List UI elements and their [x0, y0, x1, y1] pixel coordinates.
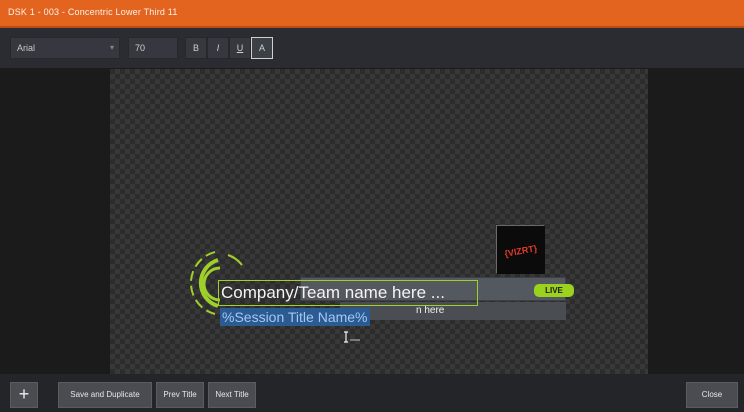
vizrt-logo-graphic: {VIZRT}: [497, 226, 545, 274]
save-and-duplicate-button[interactable]: Save and Duplicate: [58, 382, 152, 408]
font-size-field[interactable]: 70: [128, 37, 178, 59]
window-titlebar: DSK 1 - 003 - Concentric Lower Third 11: [0, 0, 744, 28]
session-title-text-field[interactable]: %Session Title Name%: [220, 308, 370, 326]
company-name-text-field[interactable]: Company/Team name here ...: [218, 280, 478, 306]
text-format-toolbar: Arial ▾ 70 B I U A: [0, 28, 744, 69]
left-margin-panel: [0, 69, 110, 374]
all-caps-button[interactable]: A: [251, 37, 273, 59]
window-title: DSK 1 - 003 - Concentric Lower Third 11: [8, 7, 178, 17]
font-size-value: 70: [135, 43, 146, 53]
vizrt-logo: {VIZRT}: [496, 225, 545, 274]
live-badge: LIVE: [534, 284, 574, 297]
next-title-button[interactable]: Next Title: [208, 382, 256, 408]
title-preview-canvas[interactable]: {VIZRT} n here LIVE Company/Team name he…: [110, 69, 648, 374]
font-family-value: Arial: [17, 43, 36, 53]
mouse-cursor-icon: [344, 331, 360, 343]
chevron-down-icon: ▾: [109, 43, 114, 52]
format-button-group: B I U A: [185, 37, 273, 59]
add-button[interactable]: +: [10, 382, 38, 408]
bold-button[interactable]: B: [185, 37, 207, 59]
right-margin-panel: [648, 69, 744, 374]
italic-button[interactable]: I: [207, 37, 229, 59]
underline-button[interactable]: U: [229, 37, 251, 59]
close-button[interactable]: Close: [686, 382, 738, 408]
font-family-select[interactable]: Arial ▾: [10, 37, 120, 59]
footer-bar: + Save and Duplicate Prev Title Next Tit…: [0, 374, 744, 412]
prev-title-button[interactable]: Prev Title: [156, 382, 204, 408]
subtitle-fragment: n here: [416, 305, 445, 316]
